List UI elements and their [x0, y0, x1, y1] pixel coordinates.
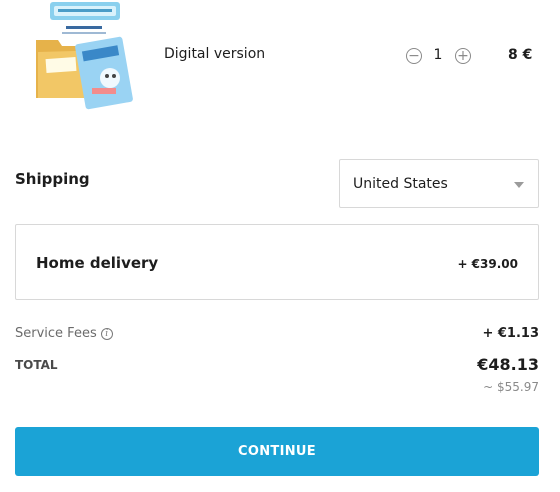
plus-icon: +: [457, 48, 469, 64]
country-value: United States: [353, 176, 448, 192]
continue-button[interactable]: CONTINUE: [15, 427, 539, 476]
home-delivery-option[interactable]: Home delivery + €39.00: [15, 224, 539, 300]
total-approx-usd: ~ $55.97: [483, 380, 539, 394]
service-fees-value: + €1.13: [482, 326, 539, 341]
delivery-label: Home delivery: [36, 254, 159, 272]
info-icon[interactable]: i: [100, 327, 113, 340]
minus-icon: −: [408, 48, 420, 64]
product-image: [28, 0, 140, 110]
product-name: Digital version: [164, 46, 266, 62]
shipping-label: Shipping: [15, 170, 90, 188]
chevron-down-icon: [514, 182, 524, 188]
total-value: €48.13: [477, 355, 539, 374]
quantity-value: 1: [433, 47, 443, 63]
country-select[interactable]: United States: [339, 159, 539, 208]
delivery-price: + €39.00: [457, 257, 518, 271]
item-price: 8 €: [508, 47, 533, 63]
service-fees-text: Service Fees: [15, 326, 97, 341]
service-fees-label: Service Fees i: [15, 326, 113, 341]
quantity-decrease-button[interactable]: −: [406, 48, 422, 64]
total-label: TOTAL: [15, 358, 58, 372]
quantity-increase-button[interactable]: +: [455, 48, 471, 64]
